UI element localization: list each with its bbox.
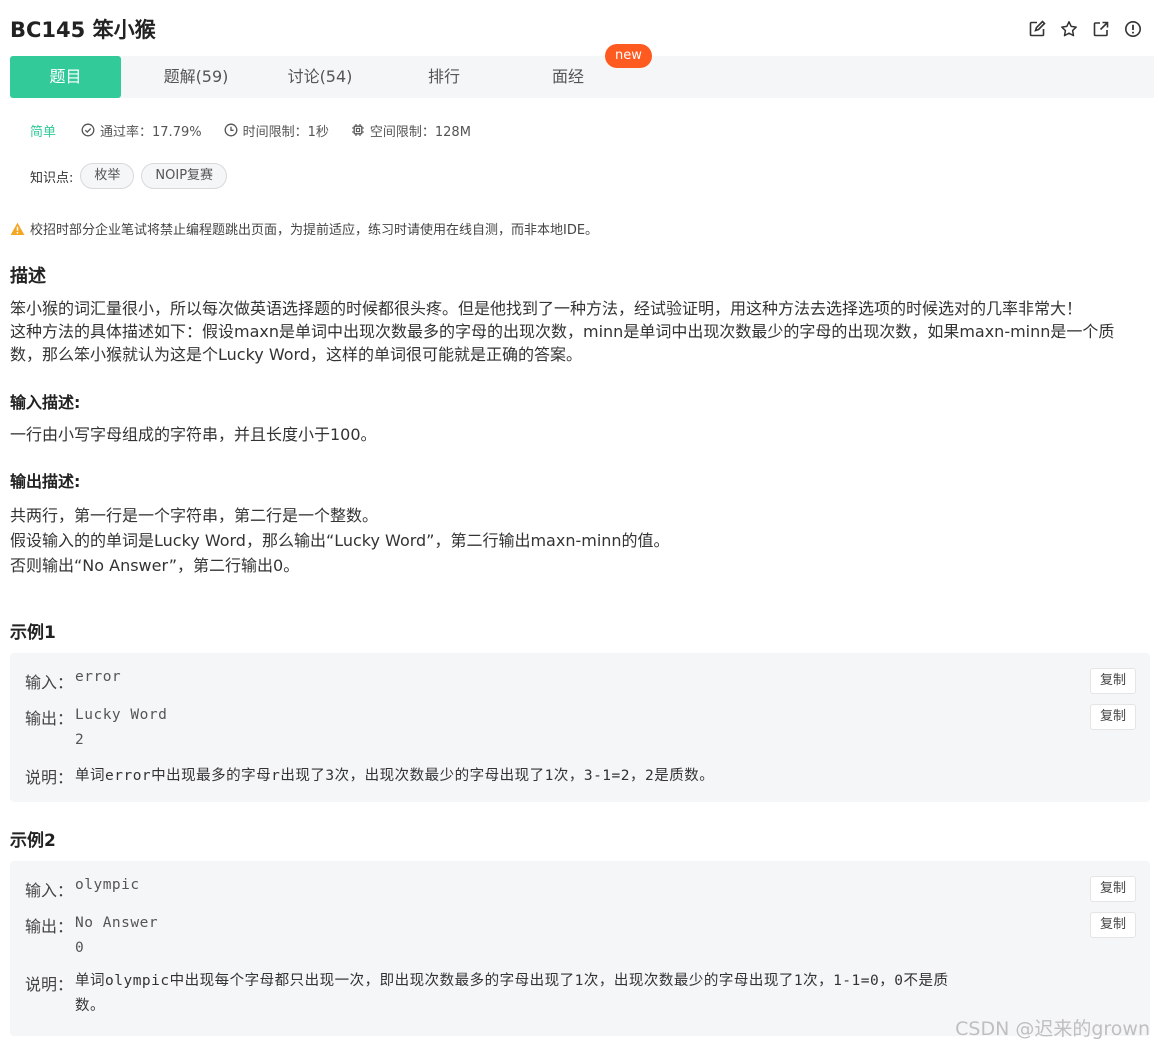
knowledge-points: 知识点: 枚举 NOIP复赛 <box>30 163 228 189</box>
exam-warning: 校招时部分企业笔试将禁止编程题跳出页面，为提前适应，练习时请使用在线自测，而非本… <box>10 219 598 238</box>
tab-solutions[interactable]: 题解(59) <box>134 56 258 98</box>
explain-line: 单词olympic中出现每个字母都只出现一次，即出现次数最多的字母出现了1次，出… <box>75 973 949 989</box>
check-circle-icon <box>81 123 95 137</box>
report-icon[interactable] <box>1124 20 1144 40</box>
input-desc-body: 一行由小写字母组成的字符串，并且长度小于100。 <box>10 423 1150 446</box>
example-1-heading: 示例1 <box>10 623 56 643</box>
example-2-panel: 输入： olympic 复制 输出： No Answer 0 复制 说明： 单词… <box>10 861 1150 1036</box>
output-line: 0 <box>75 940 85 956</box>
warning-icon <box>10 222 25 235</box>
explain-text: 单词olympic中出现每个字母都只出现一次，即出现次数最多的字母出现了1次，出… <box>75 969 948 1019</box>
example-2-heading: 示例2 <box>10 831 56 851</box>
time-limit: 时间限制：1秒 <box>224 121 329 140</box>
header-actions <box>1028 20 1144 40</box>
input-label: 输入： <box>25 881 74 900</box>
pass-rate-text: 通过率：17.79% <box>100 124 202 140</box>
output-desc-line: 共两行，第一行是一个字符串，第二行是一个整数。 <box>10 506 379 525</box>
explain-label: 说明： <box>25 768 74 787</box>
output-desc-body: 共两行，第一行是一个字符串，第二行是一个整数。 假设输入的的单词是Lucky W… <box>10 503 1150 578</box>
description-line: 数，那么笨小猴就认为这是个Lucky Word，这样的单词很可能就是正确的答案。 <box>10 345 582 364</box>
example-1-output: 输出： Lucky Word 2 <box>25 705 167 753</box>
input-desc-heading: 输入描述: <box>10 393 81 412</box>
description-line: 这种方法的具体描述如下：假设maxn是单词中出现次数最多的字母的出现次数，min… <box>10 322 1115 341</box>
knowledge-label: 知识点: <box>30 170 74 186</box>
chip-icon <box>351 124 364 136</box>
input-value: error <box>75 669 122 685</box>
output-line: No Answer <box>75 915 159 931</box>
time-limit-text: 时间限制：1秒 <box>242 124 329 140</box>
copy-output-button[interactable]: 复制 <box>1090 704 1136 730</box>
example-2-explain: 说明： 单词olympic中出现每个字母都只出现一次，即出现次数最多的字母出现了… <box>25 971 948 1019</box>
output-label: 输出： <box>25 917 74 936</box>
problem-header: BC145 笨小猴 <box>10 14 1144 46</box>
output-line: 2 <box>75 732 85 748</box>
example-2-output: 输出： No Answer 0 <box>25 913 158 961</box>
tab-problem[interactable]: 题目 <box>10 56 121 98</box>
output-desc-heading: 输出描述: <box>10 472 81 491</box>
description-heading: 描述 <box>10 266 46 287</box>
pass-rate: 通过率：17.79% <box>81 121 202 140</box>
output-line: Lucky Word <box>75 707 168 723</box>
input-value: olympic <box>75 877 140 893</box>
explain-label: 说明： <box>25 975 74 994</box>
space-limit: 空间限制：128M <box>351 121 471 140</box>
tab-discussion[interactable]: 讨论(54) <box>258 56 382 98</box>
output-value: Lucky Word 2 <box>75 703 167 753</box>
page-title: BC145 笨小猴 <box>10 18 156 42</box>
example-1-panel: 输入： error 复制 输出： Lucky Word 2 复制 说明： 单词e… <box>10 653 1150 802</box>
share-icon[interactable] <box>1092 20 1112 40</box>
edit-icon[interactable] <box>1028 20 1048 40</box>
input-desc-line: 一行由小写字母组成的字符串，并且长度小于100。 <box>10 425 377 444</box>
output-label: 输出： <box>25 709 74 728</box>
copy-input-button[interactable]: 复制 <box>1090 668 1136 694</box>
problem-tabs: 题目 题解(59) 讨论(54) 排行 面经 <box>10 56 1154 98</box>
tag-noip[interactable]: NOIP复赛 <box>141 163 228 189</box>
space-limit-text: 空间限制：128M <box>369 124 471 140</box>
warning-text: 校招时部分企业笔试将禁止编程题跳出页面，为提前适应，练习时请使用在线自测，而非本… <box>30 223 599 238</box>
problem-meta: 简单 通过率：17.79% 时间限制：1秒 空间限制：128M <box>30 120 493 140</box>
example-2-input: 输入： olympic <box>25 877 140 901</box>
difficulty-label: 简单 <box>30 124 57 140</box>
example-1-explain: 说明： 单词error中出现最多的字母r出现了3次，出现次数最少的字母出现了1次… <box>25 764 714 788</box>
input-label: 输入： <box>25 673 74 692</box>
star-icon[interactable] <box>1060 20 1080 40</box>
new-badge: new <box>605 44 652 68</box>
output-desc-line: 假设输入的的单词是Lucky Word，那么输出“Lucky Word”，第二行… <box>10 531 670 550</box>
csdn-watermark: CSDN @迟来的grown <box>955 1018 1150 1040</box>
clock-icon <box>224 123 238 137</box>
tag-enumeration[interactable]: 枚举 <box>80 163 135 189</box>
output-value: No Answer 0 <box>75 911 158 961</box>
description-body: 笨小猴的词汇量很小，所以每次做英语选择题的时候都很头疼。但是他找到了一种方法，经… <box>10 297 1150 366</box>
explain-line: 数。 <box>75 998 105 1014</box>
description-line: 笨小猴的词汇量很小，所以每次做英语选择题的时候都很头疼。但是他找到了一种方法，经… <box>10 299 1083 318</box>
example-1-input: 输入： error <box>25 669 121 693</box>
copy-input-button[interactable]: 复制 <box>1090 876 1136 902</box>
output-desc-line: 否则输出“No Answer”，第二行输出0。 <box>10 556 300 575</box>
tab-ranking[interactable]: 排行 <box>382 56 506 98</box>
explain-text: 单词error中出现最多的字母r出现了3次，出现次数最少的字母出现了1次，3-1… <box>75 768 715 784</box>
copy-output-button[interactable]: 复制 <box>1090 912 1136 938</box>
